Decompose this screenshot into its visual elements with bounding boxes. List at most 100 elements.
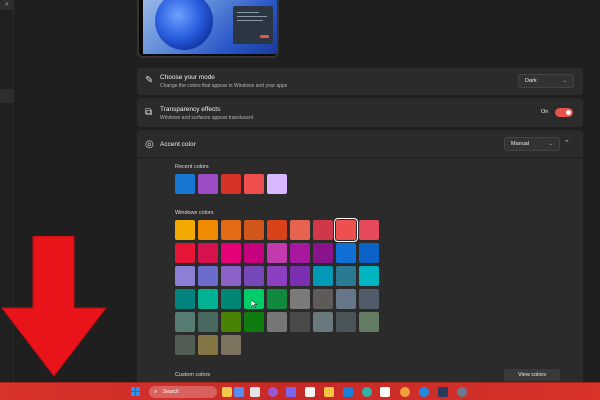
mode-dropdown[interactable]: Dark ⌄ — [518, 74, 574, 88]
toggle-knob — [566, 110, 571, 115]
transparency-icon: ⧉ — [145, 107, 153, 118]
people-icon[interactable] — [234, 387, 244, 397]
windows-color-swatch[interactable] — [359, 289, 379, 309]
down-arrow-icon — [0, 236, 108, 377]
sidebar-selected-item[interactable] — [0, 89, 14, 103]
browser-icon[interactable] — [419, 387, 429, 397]
calendar-icon[interactable] — [305, 387, 315, 397]
palette-icon: ◎ — [145, 139, 154, 150]
accent-dropdown-value: Manual — [511, 141, 530, 147]
windows-color-swatch[interactable] — [290, 312, 310, 332]
windows-color-swatch[interactable] — [175, 335, 195, 355]
windows-color-swatch[interactable] — [221, 335, 241, 355]
windows-color-swatch[interactable] — [198, 289, 218, 309]
windows-start-icon[interactable] — [131, 387, 141, 397]
windows-color-swatch[interactable] — [290, 289, 310, 309]
transparency-title: Transparency effects — [160, 106, 221, 113]
windows-color-swatch[interactable] — [244, 243, 264, 263]
transparency-card: ⧉ Transparency effects Windows and surfa… — [137, 98, 583, 127]
taskbar-search[interactable]: ⌕ Search — [149, 386, 217, 398]
windows-color-swatch[interactable] — [175, 243, 195, 263]
recent-color-swatch[interactable] — [198, 174, 218, 194]
file-explorer-icon[interactable] — [324, 387, 334, 397]
store-icon[interactable] — [380, 387, 390, 397]
mode-description: Change the colors that appear in Windows… — [160, 83, 288, 89]
terminal-icon[interactable] — [438, 387, 448, 397]
recent-color-swatch[interactable] — [244, 174, 264, 194]
windows-color-swatch[interactable] — [244, 312, 264, 332]
recent-color-swatch[interactable] — [267, 174, 287, 194]
taskbar-search-label: Search — [163, 389, 179, 395]
view-colors-button[interactable]: View colors — [504, 369, 560, 381]
windows-color-swatch[interactable] — [313, 312, 333, 332]
windows-color-swatch[interactable] — [244, 266, 264, 286]
windows-color-swatch[interactable] — [359, 243, 379, 263]
taskbar: ⌕ Search — [0, 382, 600, 400]
windows-color-swatch[interactable] — [290, 220, 310, 240]
teams-icon[interactable] — [286, 387, 296, 397]
windows-color-swatch[interactable] — [336, 243, 356, 263]
windows-color-swatch[interactable] — [359, 220, 379, 240]
windows-color-swatch[interactable] — [198, 243, 218, 263]
windows-color-swatch[interactable] — [313, 220, 333, 240]
mode-dropdown-value: Dark — [525, 78, 537, 84]
chevron-up-icon[interactable]: ⌃ — [564, 139, 570, 147]
windows-color-swatch[interactable] — [336, 266, 356, 286]
windows-color-swatch[interactable] — [267, 220, 287, 240]
windows-color-swatch[interactable] — [175, 289, 195, 309]
accent-color-card: ◎ Accent color Manual ⌄ ⌃ Recent colors … — [137, 130, 583, 382]
search-icon[interactable]: ⌕ — [0, 0, 14, 10]
preview-window — [233, 6, 273, 44]
divider — [137, 157, 583, 158]
search-icon: ⌕ — [154, 389, 158, 395]
windows-color-swatch[interactable] — [313, 266, 333, 286]
choose-mode-card: ✎ Choose your mode Change the colors tha… — [137, 68, 583, 95]
transparency-toggle[interactable] — [555, 108, 573, 117]
windows-color-swatch[interactable] — [244, 220, 264, 240]
theme-preview — [137, 0, 279, 58]
widgets-icon[interactable] — [222, 387, 232, 397]
windows-color-swatch[interactable] — [198, 266, 218, 286]
copilot-icon[interactable] — [268, 387, 278, 397]
windows-color-swatch[interactable] — [267, 266, 287, 286]
windows-color-swatch[interactable] — [221, 289, 241, 309]
windows-color-swatch[interactable] — [267, 289, 287, 309]
chrome-icon[interactable] — [400, 387, 410, 397]
windows-color-swatch[interactable] — [198, 335, 218, 355]
recent-colors-label: Recent colors — [175, 164, 209, 170]
windows-color-swatch[interactable] — [267, 243, 287, 263]
skype-icon[interactable] — [343, 387, 353, 397]
windows-color-swatch[interactable] — [359, 312, 379, 332]
windows-color-swatch[interactable] — [334, 218, 358, 242]
windows-color-swatch[interactable] — [313, 289, 333, 309]
recent-color-swatch[interactable] — [221, 174, 241, 194]
windows-color-swatch[interactable] — [221, 266, 241, 286]
accent-mode-dropdown[interactable]: Manual ⌄ — [504, 137, 560, 151]
windows-color-swatch[interactable] — [267, 312, 287, 332]
windows-color-swatch[interactable] — [221, 312, 241, 332]
chevron-down-icon: ⌄ — [548, 141, 553, 147]
windows-color-swatch[interactable] — [221, 220, 241, 240]
recent-color-swatch[interactable] — [175, 174, 195, 194]
mode-title: Choose your mode — [160, 74, 215, 81]
mouse-cursor-icon — [251, 300, 257, 309]
settings-gear-icon[interactable] — [457, 387, 467, 397]
windows-color-swatch[interactable] — [290, 266, 310, 286]
windows-color-swatch[interactable] — [175, 220, 195, 240]
windows-color-swatch[interactable] — [221, 243, 241, 263]
windows-color-swatch[interactable] — [175, 312, 195, 332]
transparency-description: Windows and surfaces appear translucent — [160, 115, 254, 121]
windows-color-swatch[interactable] — [198, 220, 218, 240]
windows-color-swatch[interactable] — [198, 312, 218, 332]
windows-color-swatch[interactable] — [290, 243, 310, 263]
windows-color-swatch[interactable] — [175, 266, 195, 286]
task-view-icon[interactable] — [250, 387, 260, 397]
windows-color-swatch[interactable] — [313, 243, 333, 263]
preview-accent-button — [260, 35, 269, 38]
chevron-down-icon: ⌄ — [562, 78, 567, 84]
windows-color-swatch[interactable] — [336, 312, 356, 332]
edge-icon[interactable] — [362, 387, 372, 397]
windows-color-swatch[interactable] — [336, 289, 356, 309]
windows-color-swatch[interactable] — [359, 266, 379, 286]
accent-title: Accent color — [160, 141, 196, 148]
